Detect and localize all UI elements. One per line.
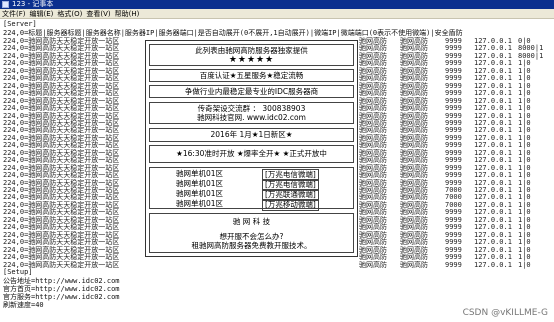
setup-line-notice: 公告地址=http://www.idc02.com xyxy=(3,277,120,285)
row-end: 1|0 xyxy=(518,260,531,269)
provider-box: 此列表由驰网高防服务器独家提供 ★★★★★ xyxy=(149,44,354,66)
notice-panel: 此列表由驰网高防服务器独家提供 ★★★★★ 百度认证★五星服务★稳定流畅 争做行… xyxy=(145,40,358,257)
room-name: 驰网单机01区 xyxy=(176,199,224,208)
watermark: CSDN @vKILLME-G xyxy=(462,308,548,318)
row-port: 9999 xyxy=(445,260,462,269)
menu-help[interactable]: 帮助(H) xyxy=(115,9,140,18)
certification-box: 百度认证★五星服务★稳定流畅 xyxy=(149,69,354,82)
title-bar: 123 - 记事本 xyxy=(0,0,554,9)
open-status-text: ★16:30准时开放 ★爆率全开★ ★正式开放中 xyxy=(176,149,327,158)
setup-line-service: 官方服务=http://www.idc02.com xyxy=(3,293,120,301)
server-row: 224,0=驰网高防天天稳定开放一站区 驰网高防 驰网高防 9999 127.0.0.1… xyxy=(0,261,554,269)
rating-stars: ★★★★★ xyxy=(228,55,275,65)
certification-text: 百度认证★五星服务★稳定流畅 xyxy=(199,71,304,80)
row-ip: 127.0.0.1 xyxy=(474,260,512,269)
server-section-header: [Server] xyxy=(3,20,37,28)
menu-view[interactable]: 查看(V) xyxy=(86,9,110,18)
open-date-text: 2016年 1月★1日新区★ xyxy=(210,130,293,139)
website-text: 驰网科技官网. www.idc02.com xyxy=(197,113,306,122)
date-box: 2016年 1月★1日新区★ xyxy=(149,128,354,142)
room-name: 驰网单机01区 xyxy=(176,179,224,188)
menu-edit[interactable]: 编辑(E) xyxy=(30,9,54,18)
notepad-icon xyxy=(2,1,9,8)
row-mid-text: 驰网高防 xyxy=(400,260,428,269)
room-label: [万兆移动微端] xyxy=(262,199,319,211)
slogan-text: 争做行业内最稳定最专业的IDC服务器商 xyxy=(184,87,319,96)
rooms-box: 驰网单机01区 [万兆电信微端] 驰网单机01区 [万兆电信微端] 驰网单机01… xyxy=(149,167,354,211)
slogan-box: 争做行业内最稳定最专业的IDC服务器商 xyxy=(149,85,354,98)
setup-line-refresh: 刷新速度=40 xyxy=(3,301,44,309)
company-box: 驰 网 科 技 想开服不会怎么办? 租驰网高防服务器免费教开服技术。 xyxy=(149,213,354,253)
window-title: 123 - 记事本 xyxy=(12,0,54,8)
room-name: 驰网单机01区 xyxy=(176,169,224,178)
menu-file[interactable]: 文件(F) xyxy=(2,9,26,18)
company-title: 驰 网 科 技 xyxy=(232,217,271,226)
room-name: 驰网单机01区 xyxy=(176,189,224,198)
menu-bar: 文件(F) 编辑(E) 格式(O) 查看(V) 帮助(H) xyxy=(0,9,554,19)
help-answer: 租驰网高防服务器免费教开服技术。 xyxy=(191,241,312,250)
column-header-line: 224,0=标题|服务器标题|服务器名称|服务器IP|服务器端口|是否自动展开(… xyxy=(3,29,463,37)
row-mid-text: 驰网高防 xyxy=(359,260,387,269)
menu-format[interactable]: 格式(O) xyxy=(57,9,82,18)
contact-box: 传奇架设交流群 ： 300838903 驰网科技官网. www.idc02.co… xyxy=(149,102,354,124)
setup-section-header: [Setup] xyxy=(3,268,33,276)
status-box: ★16:30准时开放 ★爆率全开★ ★正式开放中 xyxy=(149,145,354,163)
setup-line-homepage: 官方首页=http://www.idc02.com xyxy=(3,285,120,293)
